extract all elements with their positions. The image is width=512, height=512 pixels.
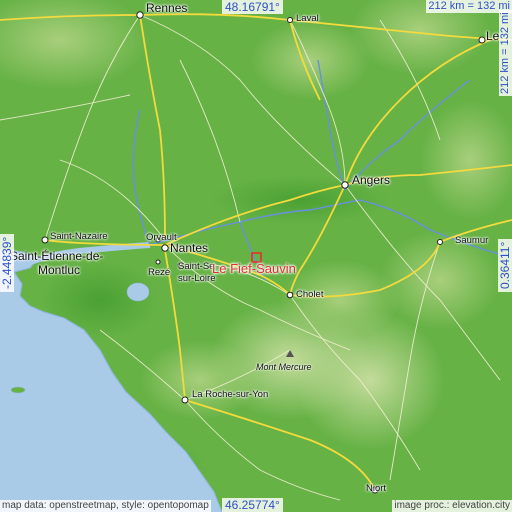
city-label-laval[interactable]: Laval <box>296 14 319 24</box>
la-roche-dot <box>181 396 189 404</box>
city-label-le-mans[interactable]: Le <box>486 30 499 42</box>
city-label-rennes[interactable]: Rennes <box>146 2 187 14</box>
city-label-saumur[interactable]: Saumur <box>455 236 488 246</box>
city-label-niort[interactable]: Niort <box>366 484 386 494</box>
attribution-image-proc[interactable]: image proc.: elevation.city <box>392 500 512 512</box>
scale-vertical: 212 km = 132 mi <box>499 10 512 96</box>
place-label-mont-mercure: Mont Mercure <box>256 362 312 372</box>
coord-right-longitude: 0.36411° <box>498 238 512 292</box>
angers-dot <box>341 181 349 189</box>
coord-bottom-latitude: 46.25774° <box>222 498 283 512</box>
nantes-dot <box>161 244 169 252</box>
city-label-cholet[interactable]: Cholet <box>296 290 323 300</box>
attribution-map-data[interactable]: map data: openstreetmap, style: opentopo… <box>0 500 211 512</box>
coord-left-longitude: -2.44839° <box>0 233 14 292</box>
city-label-orvault[interactable]: Orvault <box>146 233 177 243</box>
location-label[interactable]: Le Fief-Sauvin <box>212 262 296 275</box>
island <box>10 386 26 394</box>
city-label-reze[interactable]: Rezé <box>148 268 170 278</box>
city-label-angers[interactable]: Angers <box>352 174 390 186</box>
city-label-nantes[interactable]: Nantes <box>170 242 208 254</box>
rennes-dot <box>136 11 144 19</box>
upland-area <box>140 340 260 420</box>
city-label-sur-loire: sur-Loire <box>178 273 216 284</box>
saumur-dot <box>437 239 443 245</box>
city-label-la-roche-sur-yon[interactable]: La Roche-sur-Yon <box>192 390 268 400</box>
cholet-dot <box>286 291 294 299</box>
city-label-montluc: Montluc <box>38 263 81 277</box>
city-label-saint-etienne[interactable]: Saint-Étienne-de- <box>10 250 103 262</box>
city-label-saint-nazaire[interactable]: Saint-Nazaire <box>50 232 108 242</box>
upland-area <box>250 20 370 100</box>
lake <box>126 282 150 302</box>
city-label-saint-sebastien[interactable]: Saint-Sé <box>178 262 214 272</box>
reze-dot <box>155 259 161 265</box>
map-canvas[interactable]: Rennes Laval Le Angers Saumur Cholet Nan… <box>0 0 512 512</box>
laval-dot <box>287 17 293 23</box>
coord-top-latitude: 48.16791° <box>222 0 283 14</box>
saint-nazaire-dot <box>41 236 49 244</box>
le-mans-dot <box>478 36 486 44</box>
